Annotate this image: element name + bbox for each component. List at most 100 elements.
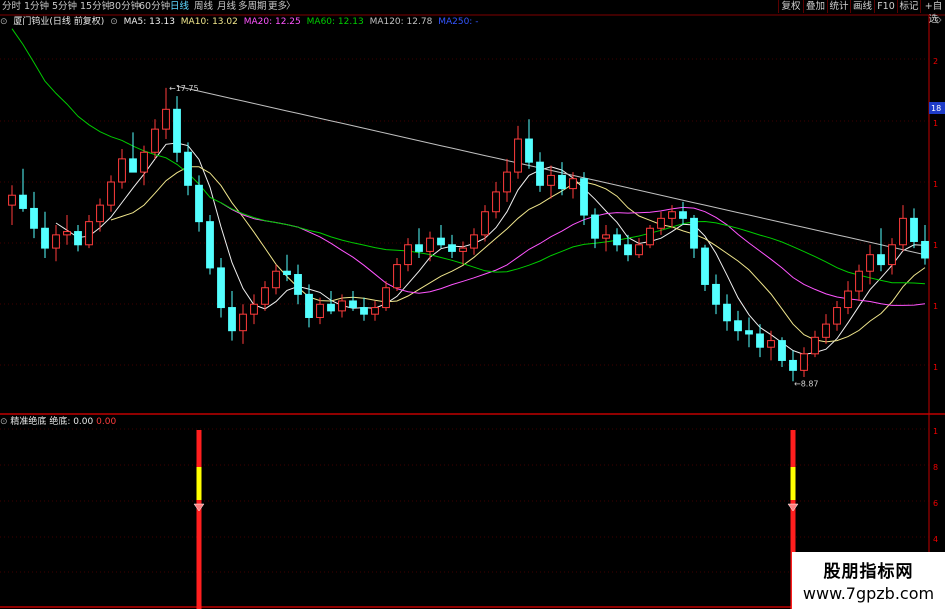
watermark-title: 股朋指标网 <box>823 562 914 582</box>
high-price-label: ←17.75 <box>169 84 199 93</box>
candle-body-81 <box>899 217 907 246</box>
toolbar-button-4[interactable]: F10 <box>874 0 897 13</box>
candle-body-65 <box>723 303 731 322</box>
indicator-value: 0.00 <box>96 417 117 427</box>
period-tab-8[interactable]: 月线 <box>217 0 236 14</box>
toolbar-button-2[interactable]: 统计 <box>827 0 850 13</box>
signal-red-top-1 <box>790 430 796 467</box>
signal-bars <box>193 430 799 609</box>
candle-body-5 <box>63 231 71 236</box>
ma20-line <box>220 202 926 306</box>
candle-body-50 <box>558 174 566 190</box>
candle-body-55 <box>613 234 621 246</box>
legend-settings-icon[interactable]: ⊙ <box>110 17 118 27</box>
indicator-title: 精准绝底 <box>10 417 47 427</box>
signal-marker-0 <box>193 503 205 512</box>
axis-tick-main-4: 1 <box>933 302 938 311</box>
candle-body-26 <box>294 274 302 295</box>
candle-body-63 <box>701 247 709 285</box>
candle-body-23 <box>261 287 269 305</box>
toolbar-button-1[interactable]: 叠加 <box>803 0 827 13</box>
candle-body-20 <box>228 307 236 332</box>
axis-tick-sub-0: 1 <box>933 427 938 436</box>
period-tab-6[interactable]: 日线 <box>170 0 189 14</box>
axis-tick-sub-1: 8 <box>933 463 938 472</box>
candle-body-75 <box>833 307 841 325</box>
candle-body-64 <box>712 283 720 305</box>
candle-body-57 <box>635 244 643 256</box>
period-tab-9[interactable]: 多周期 <box>238 0 267 14</box>
candle-body-58 <box>646 227 654 246</box>
candle-body-15 <box>173 108 181 153</box>
candle-body-74 <box>822 323 830 338</box>
period-tab-3[interactable]: 15分钟 <box>80 0 111 14</box>
candle-body-25 <box>283 270 291 276</box>
candle-body-35 <box>393 264 401 289</box>
candle-body-0 <box>8 194 16 206</box>
candle-body-67 <box>745 330 753 335</box>
candle-body-31 <box>349 300 357 309</box>
axis-tick-main-1: 1 <box>933 119 938 128</box>
period-toolbar: 分时 1分钟 5分钟 15分钟 30分钟 60分钟 日线 周线 月线 多周期 更多〉 复权 叠加 统计 画线… <box>0 0 945 25</box>
period-tab-10[interactable]: 更多 <box>268 0 287 14</box>
candle-body-12 <box>140 151 148 173</box>
candle-body-46 <box>514 138 522 173</box>
candle-body-48 <box>536 161 544 186</box>
indicator-legend: ⊙ 精准绝底 绝底: 0.00 0.00 <box>0 416 116 429</box>
axis-tick-sub-3: 4 <box>933 535 938 544</box>
candle-body-69 <box>767 340 775 348</box>
period-tab-0[interactable]: 分时 <box>2 0 21 14</box>
axis-tick-main-2: 1 <box>933 180 938 189</box>
candle-body-16 <box>184 151 192 186</box>
period-tab-4[interactable]: 30分钟 <box>109 0 140 14</box>
price-badge-text: 18 <box>931 104 941 113</box>
signal-red-top-0 <box>196 430 202 467</box>
settings-gear-icon[interactable]: ⊙ <box>0 17 8 27</box>
candle-body-61 <box>679 211 687 219</box>
toolbar-button-5[interactable]: 标记 <box>897 0 920 13</box>
period-tab-5[interactable]: 60分钟 <box>139 0 170 14</box>
more-chevron-icon[interactable]: 〉 <box>286 0 296 14</box>
candle-body-33 <box>371 307 379 315</box>
period-tab-7[interactable]: 周线 <box>194 0 213 14</box>
candle-body-34 <box>382 287 390 309</box>
stock-title: 厦门钨业(日线 前复权) <box>13 17 105 27</box>
candle-body-47 <box>525 138 533 163</box>
candle-body-59 <box>657 217 665 229</box>
candle-body-1 <box>19 194 27 209</box>
candle-body-9 <box>107 181 115 206</box>
low-price-label: ←8.87 <box>794 379 819 388</box>
right-axis: 211111181864 <box>929 16 945 544</box>
candle-body-42 <box>470 234 478 249</box>
candle-body-17 <box>195 184 203 223</box>
candle-body-13 <box>151 128 159 153</box>
indicator-gear-icon[interactable]: ⊙ <box>0 417 8 427</box>
candle-body-2 <box>30 207 38 229</box>
candle-body-72 <box>800 353 808 371</box>
toolbar-button-3[interactable]: 画线 <box>850 0 874 13</box>
candle-body-29 <box>327 303 335 312</box>
toolbar-button-0[interactable]: 复权 <box>778 0 803 13</box>
candle-body-73 <box>811 336 819 355</box>
candlestick-series <box>8 87 929 382</box>
candle-body-56 <box>624 244 632 256</box>
chart-grid <box>0 14 945 609</box>
candle-body-62 <box>690 217 698 249</box>
candle-body-77 <box>855 270 863 292</box>
chart-canvas: ←17.75←8.87 211111181864 <box>0 14 945 609</box>
watermark-url: www.7gpzb.com <box>802 584 935 603</box>
candle-body-43 <box>481 211 489 236</box>
candle-body-51 <box>569 178 577 190</box>
candle-body-40 <box>448 244 456 252</box>
ma20-label: MA20: 12.25 <box>243 17 301 27</box>
candle-body-10 <box>118 158 126 183</box>
toolbar-button-6[interactable]: +自选 <box>920 0 945 25</box>
candle-body-70 <box>778 340 786 361</box>
candle-body-6 <box>74 231 82 246</box>
candle-body-19 <box>217 267 225 309</box>
period-tab-1[interactable]: 1分钟 <box>24 0 49 14</box>
candle-body-52 <box>580 178 588 216</box>
price-annotations: ←17.75 ←8.87 <box>169 84 819 388</box>
period-tab-2[interactable]: 5分钟 <box>52 0 77 14</box>
candle-body-37 <box>415 244 423 252</box>
